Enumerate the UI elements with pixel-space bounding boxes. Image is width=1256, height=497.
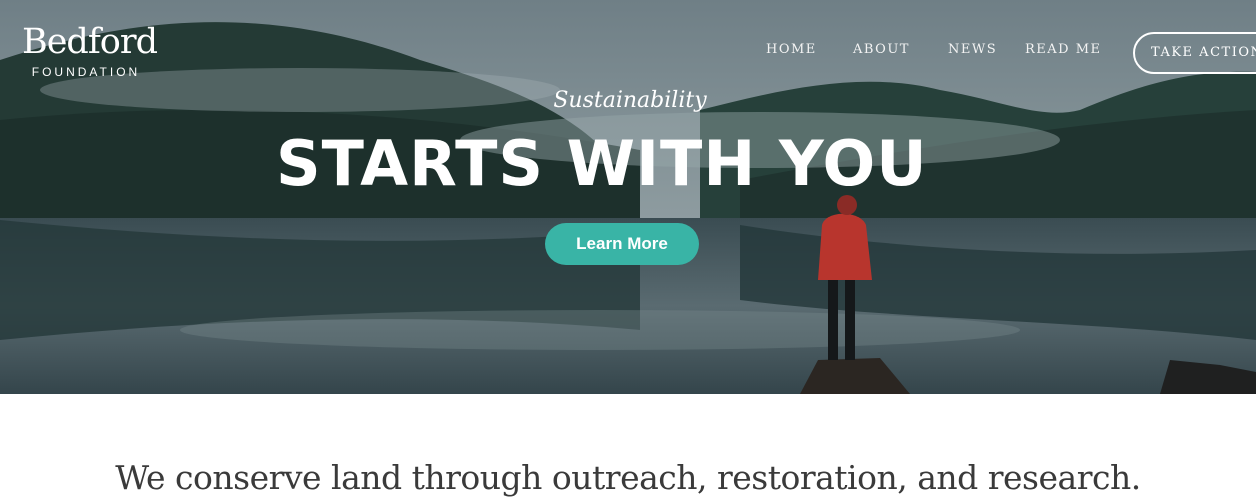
mission-statement: We conserve land through outreach, resto… (115, 458, 1141, 497)
logo-subtitle: FOUNDATION (31, 65, 141, 79)
hero-banner: Bedford FOUNDATION HOME ABOUT NEWS READ … (0, 0, 1256, 394)
brand-logo[interactable]: Bedford FOUNDATION (22, 22, 158, 80)
nav-link-news[interactable]: NEWS (948, 42, 1025, 57)
learn-more-button[interactable]: Learn More (545, 223, 699, 265)
hero-kicker: Sustainability (553, 88, 707, 113)
hero-headline: STARTS WITH YOU (276, 127, 928, 200)
nav-link-read-me[interactable]: READ ME (1025, 42, 1133, 57)
nav-link-home[interactable]: HOME (766, 42, 853, 57)
take-action-button[interactable]: TAKE ACTION (1133, 32, 1256, 74)
main-nav: HOME ABOUT NEWS READ ME (766, 42, 1133, 57)
logo-wordmark: Bedford (22, 22, 158, 62)
nav-link-about[interactable]: ABOUT (853, 42, 948, 57)
